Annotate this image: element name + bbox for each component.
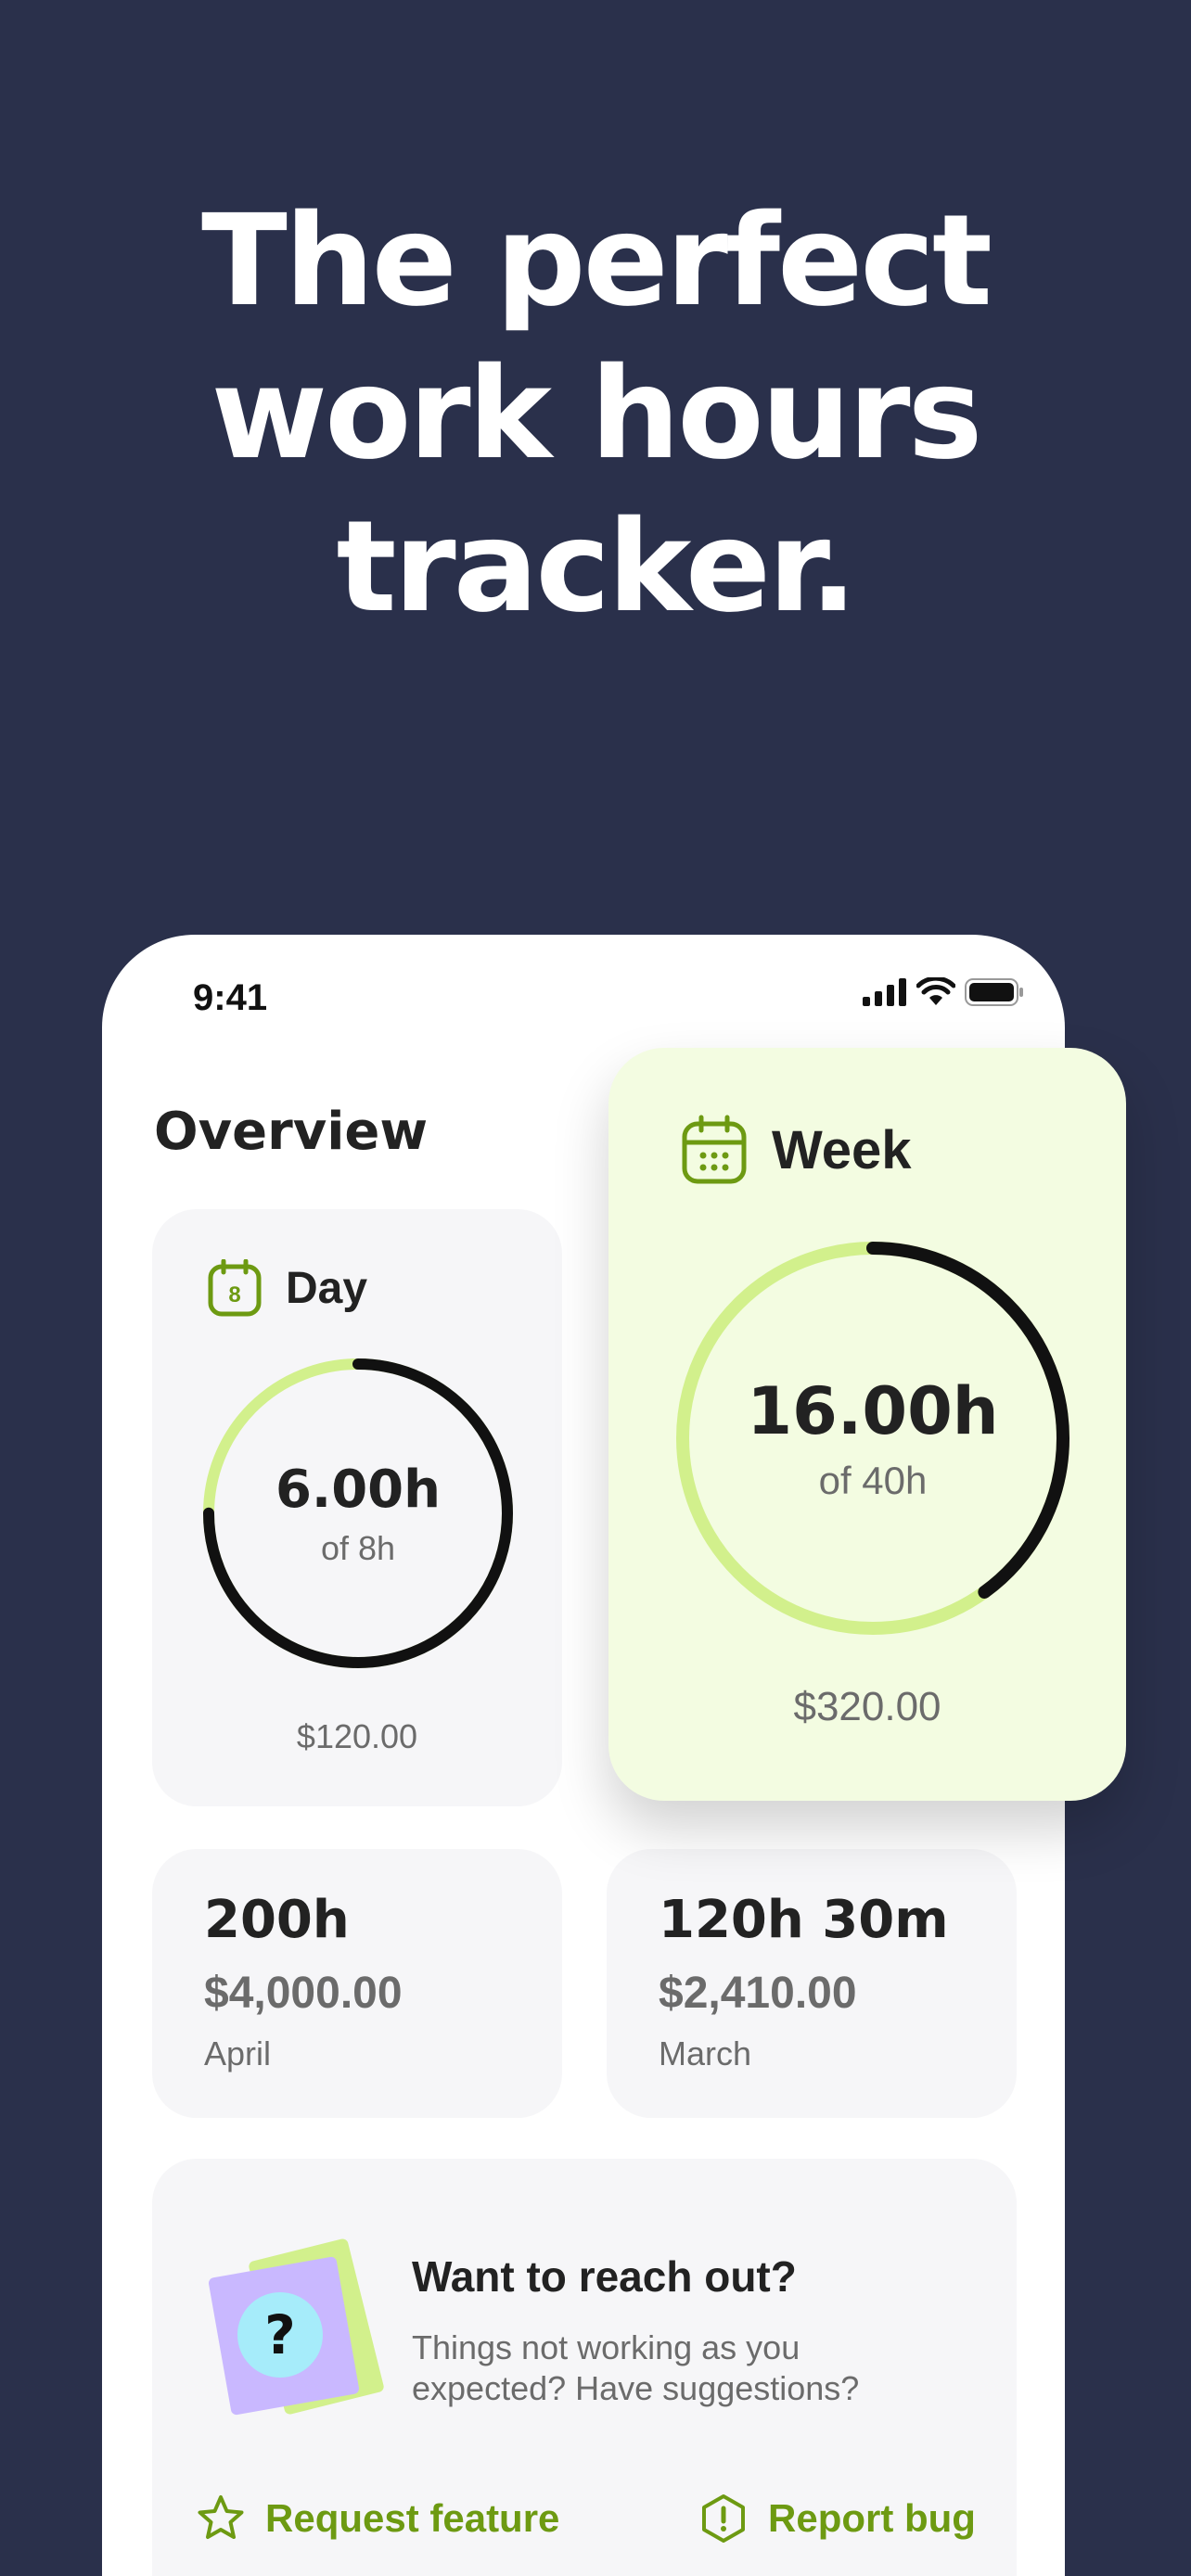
status-time: 9:41 [193, 977, 268, 1018]
week-progress-ring: 16.00h of 40h [675, 1241, 1070, 1636]
month-name: March [659, 2034, 752, 2072]
day-card[interactable]: 8 Day 6.00h of 8h $120.00 [152, 1209, 562, 1806]
reach-out-card: ? Want to reach out? Things not working … [152, 2159, 1017, 2576]
calendar-week-icon [682, 1115, 747, 1184]
month-hours: 120h 30m [659, 1890, 949, 1950]
battery-icon [965, 978, 1023, 1006]
reach-description: Things not working as you expected? Have… [412, 2328, 860, 2407]
month-hours: 200h [204, 1890, 350, 1950]
report-bug-button[interactable]: Report bug [698, 2493, 976, 2544]
calendar-day-icon: 8 [208, 1259, 262, 1317]
month-name: April [204, 2034, 272, 2072]
month-card-april[interactable]: 200h $4,000.00 April [152, 1849, 562, 2118]
reach-title: Want to reach out? [412, 2252, 797, 2301]
week-card-header: Week [681, 1115, 911, 1185]
hero-line-1: The perfect [201, 188, 992, 335]
hero-title: The perfect work hours tracker. [0, 185, 1191, 644]
month-card-march[interactable]: 120h 30m $2,410.00 March [607, 1849, 1017, 2118]
hero-line-3: tracker. [336, 494, 858, 641]
star-icon [198, 2495, 244, 2539]
day-label: Day [286, 1263, 368, 1313]
request-feature-button[interactable]: Request feature [195, 2493, 559, 2544]
status-icons [863, 977, 1024, 1007]
overview-title: Overview [154, 1102, 429, 1162]
day-progress-ring: 6.00h of 8h [202, 1358, 514, 1669]
week-label: Week [772, 1119, 912, 1180]
month-money: $4,000.00 [204, 1969, 403, 2018]
week-hours: 16.00h [747, 1373, 999, 1449]
question-illustration-icon: ? [208, 2238, 384, 2416]
signal-icon [863, 978, 906, 1006]
day-hours: 6.00h [275, 1459, 442, 1520]
day-money: $120.00 [296, 1717, 418, 1755]
week-target: of 40h [818, 1459, 928, 1502]
week-card[interactable]: Week 16.00h of 40h $320.00 [608, 1048, 1126, 1801]
question-mark: ? [264, 2303, 296, 2366]
calendar-day-number: 8 [228, 1282, 240, 1307]
request-feature-label: Request feature [265, 2496, 560, 2540]
month-money: $2,410.00 [659, 1969, 857, 2018]
wifi-icon [916, 977, 955, 1005]
alert-hexagon-icon [702, 2494, 745, 2543]
day-card-header: 8 Day [208, 1259, 367, 1317]
day-target: of 8h [320, 1528, 396, 1567]
hero-line-2: work hours [211, 341, 982, 488]
week-money: $320.00 [793, 1684, 941, 1729]
report-bug-label: Report bug [768, 2496, 976, 2540]
